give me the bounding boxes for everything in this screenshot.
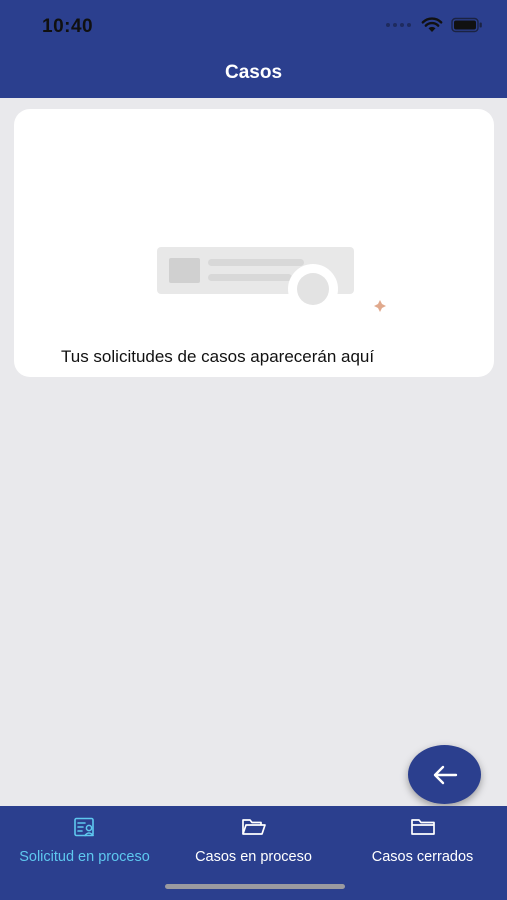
document-user-icon (73, 817, 94, 836)
tab-casos-en-proceso[interactable]: Casos en proceso (169, 806, 338, 876)
status-time: 10:40 (42, 16, 94, 37)
back-fab-button[interactable] (408, 745, 481, 804)
tab-solicitud-en-proceso[interactable]: Solicitud en proceso (0, 806, 169, 876)
empty-cases-illustration (157, 247, 386, 314)
app-header: 10:40 Casos (0, 0, 507, 98)
tab-label: Casos en proceso (195, 849, 312, 865)
page-title: Casos (224, 62, 283, 83)
arrow-left-icon (433, 765, 457, 784)
folder-icon (410, 819, 435, 835)
signal-dots-icon (386, 23, 411, 27)
wifi-icon (421, 17, 443, 32)
status-bar: 10:40 (0, 0, 507, 52)
tab-casos-cerrados[interactable]: Casos cerrados (338, 806, 507, 876)
home-indicator[interactable] (165, 884, 345, 889)
status-icons (386, 17, 483, 33)
tab-label: Solicitud en proceso (19, 849, 150, 865)
battery-icon (451, 17, 482, 33)
folder-open-icon (241, 819, 266, 835)
tab-label: Casos cerrados (371, 849, 474, 865)
empty-state-card: Tus solicitudes de casos aparecerán aquí (14, 109, 494, 377)
empty-state-message: Tus solicitudes de casos aparecerán aquí (61, 347, 375, 366)
